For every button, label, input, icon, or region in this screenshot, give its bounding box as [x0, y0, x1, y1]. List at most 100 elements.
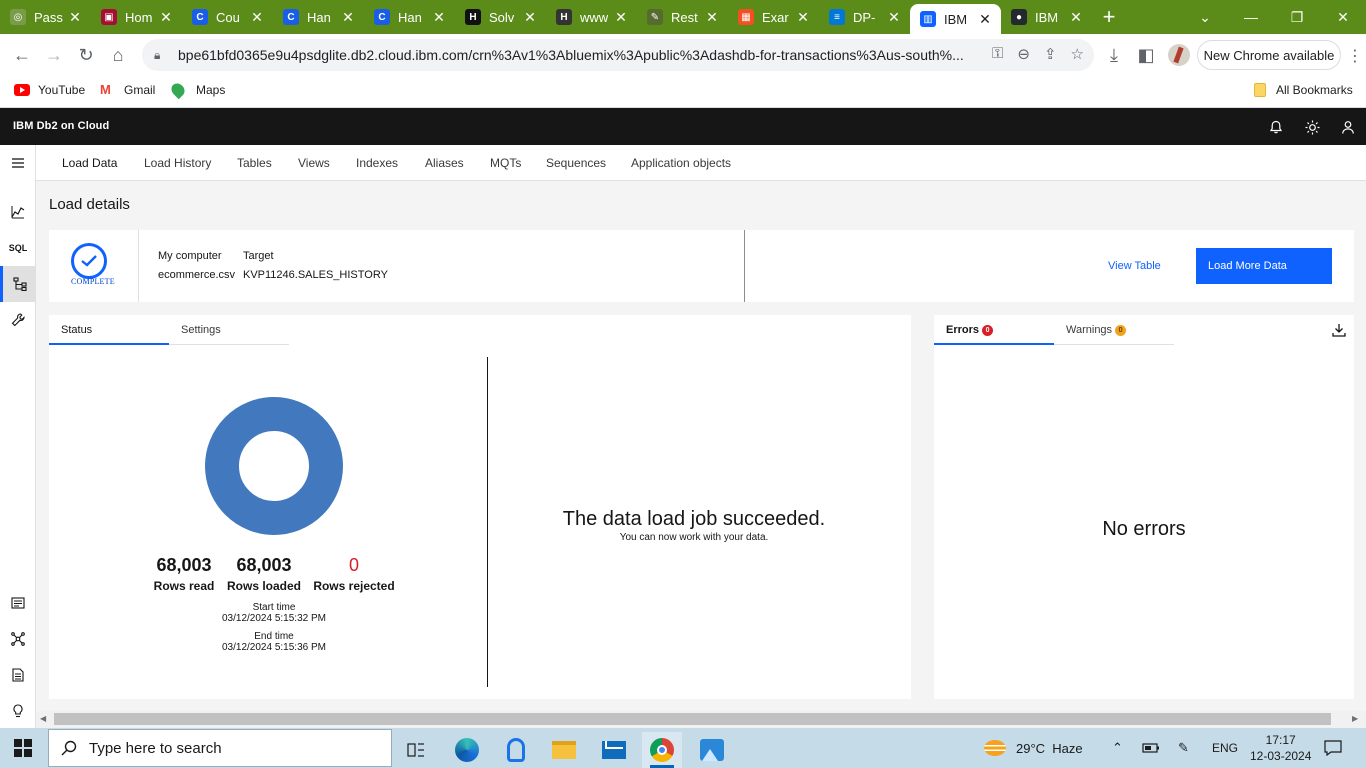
mail-icon[interactable]	[594, 732, 634, 768]
download-report-icon[interactable]	[1332, 323, 1346, 342]
file-explorer-icon[interactable]	[544, 732, 584, 768]
tab-close-icon[interactable]: ✕	[158, 9, 174, 26]
tab-aliases[interactable]: Aliases	[425, 156, 464, 170]
view-table-link[interactable]: View Table	[1108, 260, 1161, 272]
all-bookmarks[interactable]: All Bookmarks	[1254, 83, 1353, 97]
language-indicator[interactable]: ENG	[1212, 728, 1238, 768]
scroll-left-arrow-icon[interactable]: ◀	[40, 714, 46, 723]
windows-start-icon[interactable]	[14, 739, 32, 757]
bookmark-youtube[interactable]: YouTube	[14, 83, 85, 97]
load-more-data-button[interactable]: Load More Data	[1196, 248, 1332, 284]
tab-title: Cou	[216, 9, 240, 25]
lightbulb-icon[interactable]	[0, 693, 36, 729]
tab-close-icon[interactable]: ✕	[431, 9, 447, 26]
photos-icon[interactable]	[692, 732, 732, 768]
pen-icon[interactable]: ✎	[1178, 728, 1189, 768]
taskbar-search-box[interactable]: Type here to search	[48, 729, 392, 767]
home-icon[interactable]: ⌂	[102, 39, 134, 71]
app-brand[interactable]: IBM Db2 on Cloud	[13, 120, 109, 132]
browser-tab[interactable]: ≡ DP- ✕	[819, 0, 910, 34]
site-info-icon[interactable]: 🔒︎	[154, 48, 168, 63]
show-hidden-icons[interactable]: ⌃	[1112, 728, 1123, 768]
monitor-chart-icon[interactable]	[0, 194, 36, 230]
user-profile-icon[interactable]	[1339, 118, 1357, 136]
log-list-icon[interactable]	[0, 585, 36, 621]
tab-views[interactable]: Views	[298, 156, 330, 170]
browser-tab[interactable]: ▥ IBM ✕	[910, 4, 1001, 34]
clock[interactable]: 17:17 12-03-2024	[1250, 728, 1311, 768]
download-icon[interactable]: ⤓	[1098, 39, 1130, 71]
browser-tab[interactable]: ✎ Rest ✕	[637, 0, 728, 34]
document-icon[interactable]	[0, 657, 36, 693]
browser-tab[interactable]: ◎ Pass ✕	[0, 0, 91, 34]
new-chrome-available-button[interactable]: New Chrome available	[1197, 40, 1341, 70]
tab-load-history[interactable]: Load History	[144, 156, 211, 170]
touch-app-icon[interactable]	[496, 732, 536, 768]
browser-tab[interactable]: ● IBM ✕	[1001, 0, 1092, 34]
zoom-icon[interactable]: ⊖	[1017, 45, 1030, 63]
chrome-taskbar-icon[interactable]	[642, 732, 682, 768]
tab-close-icon[interactable]: ✕	[340, 9, 356, 26]
scroll-right-arrow-icon[interactable]: ▶	[1352, 714, 1358, 723]
data-tree-icon[interactable]	[0, 266, 36, 302]
menu-hamburger-icon[interactable]	[0, 145, 36, 181]
tab-favicon-icon: H	[465, 9, 481, 25]
browser-tab[interactable]: C Cou ✕	[182, 0, 273, 34]
horizontal-scrollbar[interactable]: ◀ ▶	[36, 711, 1366, 728]
tab-close-icon[interactable]: ✕	[1068, 9, 1084, 26]
theme-sun-icon[interactable]	[1303, 118, 1321, 136]
tab-close-icon[interactable]: ✕	[886, 9, 902, 26]
tab-tables[interactable]: Tables	[237, 156, 272, 170]
tab-close-icon[interactable]: ✕	[67, 9, 83, 26]
browser-tab[interactable]: Hwww ✕	[546, 0, 637, 34]
tab-status[interactable]: Status	[49, 315, 169, 345]
tab-mqts[interactable]: MQTs	[490, 156, 521, 170]
tab-errors[interactable]: Errors 0	[934, 315, 1054, 345]
reload-icon[interactable]: ↻	[70, 39, 102, 71]
tab-load-data[interactable]: Load Data	[62, 156, 117, 170]
tab-warnings[interactable]: Warnings 0	[1054, 315, 1174, 345]
browser-tab[interactable]: C Han ✕	[364, 0, 455, 34]
task-view-icon[interactable]	[396, 732, 436, 768]
tab-indexes[interactable]: Indexes	[356, 156, 398, 170]
tab-sequences[interactable]: Sequences	[546, 156, 606, 170]
tab-settings[interactable]: Settings	[169, 315, 289, 345]
tab-title: Exar	[762, 9, 789, 25]
back-icon[interactable]: ←	[6, 39, 38, 71]
browser-tab[interactable]: H Solv ✕	[455, 0, 546, 34]
tab-application-objects[interactable]: Application objects	[631, 156, 731, 170]
browser-tab[interactable]: ▦ Exar ✕	[728, 0, 819, 34]
chrome-menu-icon[interactable]: ⋮	[1347, 46, 1363, 66]
notification-bell-icon[interactable]	[1267, 118, 1285, 136]
tab-close-icon[interactable]: ✕	[522, 9, 538, 26]
tab-search-icon[interactable]: ⌄	[1182, 0, 1228, 34]
key-icon[interactable]: ⚿	[992, 45, 1003, 63]
battery-icon[interactable]	[1142, 728, 1160, 768]
browser-tab[interactable]: C Han ✕	[273, 0, 364, 34]
network-nodes-icon[interactable]	[0, 621, 36, 657]
forward-icon[interactable]: →	[38, 39, 70, 71]
tab-close-icon[interactable]: ✕	[795, 9, 811, 26]
weather-widget[interactable]: 29°C Haze	[984, 728, 1083, 768]
tab-close-icon[interactable]: ✕	[613, 9, 629, 26]
side-panel-icon[interactable]: ◧	[1130, 39, 1162, 71]
tab-close-icon[interactable]: ✕	[249, 9, 265, 26]
scrollbar-thumb[interactable]	[54, 713, 1331, 725]
bookmark-gmail[interactable]: M Gmail	[100, 83, 155, 97]
new-tab-button[interactable]: +	[1092, 0, 1126, 34]
notifications-icon[interactable]	[1324, 728, 1342, 768]
tab-close-icon[interactable]: ✕	[704, 9, 720, 26]
omnibox[interactable]: 🔒︎ bpe61bfd0365e9u4psdglite.db2.cloud.ib…	[142, 39, 1094, 71]
profile-avatar[interactable]	[1168, 44, 1190, 66]
edge-browser-icon[interactable]	[447, 732, 487, 768]
browser-tab[interactable]: ▣ Hom ✕	[91, 0, 182, 34]
share-icon[interactable]: ⇪	[1044, 45, 1057, 63]
restore-icon[interactable]: ❐	[1274, 0, 1320, 34]
star-icon[interactable]: ☆	[1071, 45, 1084, 63]
wrench-icon[interactable]	[0, 302, 36, 338]
sql-icon[interactable]: SQL	[0, 230, 36, 266]
close-window-icon[interactable]: ✕	[1320, 0, 1366, 34]
tab-close-icon[interactable]: ✕	[977, 11, 993, 28]
bookmark-maps[interactable]: Maps	[168, 80, 225, 100]
minimize-icon[interactable]: —	[1228, 0, 1274, 34]
